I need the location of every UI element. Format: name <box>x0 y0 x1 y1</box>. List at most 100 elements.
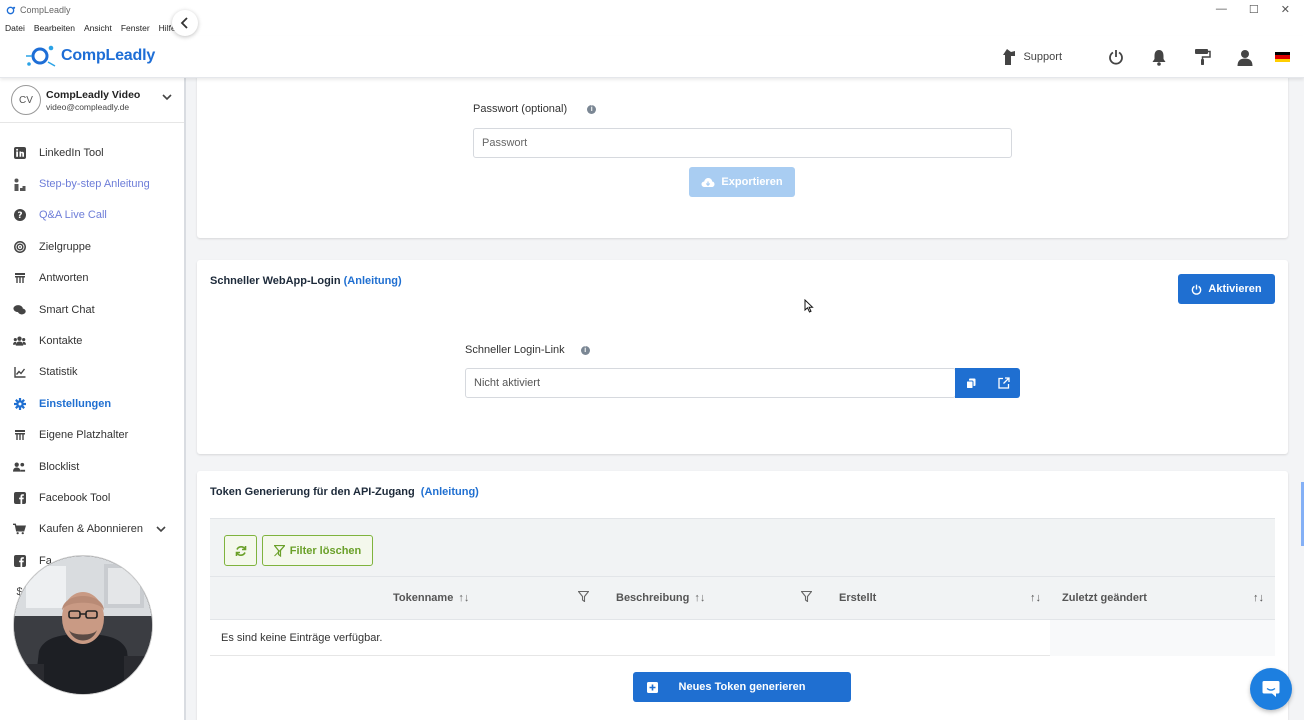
sidebar-item-statistik[interactable]: Statistik <box>0 357 184 388</box>
menu-ansicht[interactable]: Ansicht <box>84 23 112 33</box>
sidebar-item-eigene-platzhalter[interactable]: Eigene Platzhalter <box>0 420 184 451</box>
sidebar-item-zielgruppe[interactable]: Zielgruppe <box>0 231 184 262</box>
sidebar-item-label: Q&A Live Call <box>39 209 107 222</box>
api-token-title: Token Generierung für den API-Zugang (An… <box>210 486 479 498</box>
user-icon <box>1237 49 1253 66</box>
column-zuletzt-label: Zuletzt geändert <box>1062 592 1147 604</box>
sidebar-item-kontakte[interactable]: Kontakte <box>0 325 184 356</box>
activate-button-label: Aktivieren <box>1208 283 1262 295</box>
sidebar-item-einstellungen[interactable]: Einstellungen <box>0 388 184 419</box>
export-button-label: Exportieren <box>721 176 783 188</box>
window-title: CompLeadly <box>20 5 71 15</box>
block-users-icon <box>13 462 26 472</box>
password-label-text: Passwort (optional) <box>473 103 568 115</box>
gear-icon <box>13 397 26 410</box>
password-input[interactable]: Passwort <box>473 128 1012 158</box>
login-link-label-text: Schneller Login-Link <box>465 344 565 356</box>
sidebar-item-step-by-step[interactable]: Step-by-step Anleitung <box>0 168 184 199</box>
chat-icon <box>13 304 26 315</box>
webapp-login-card: Schneller WebApp-Login (Anleitung) Aktiv… <box>197 260 1288 454</box>
linkedin-icon <box>13 146 26 159</box>
export-button[interactable]: Exportieren <box>689 167 795 197</box>
sidebar-item-label: Einstellungen <box>39 397 112 410</box>
sidebar-item-label: Statistik <box>39 366 78 379</box>
maximize-button[interactable]: ☐ <box>1249 3 1259 16</box>
collapse-sidebar-button[interactable] <box>172 10 198 36</box>
column-beschreibung[interactable]: Beschreibung ↑↓ <box>616 592 705 604</box>
sidebar-item-label: Kaufen & Abonnieren <box>39 523 143 536</box>
theme-button[interactable] <box>1189 44 1215 70</box>
api-token-guide-link[interactable]: (Anleitung) <box>421 486 479 498</box>
webapp-login-title-text: Schneller WebApp-Login <box>210 275 341 287</box>
column-tokenname[interactable]: Tokenname ↑↓ <box>393 592 469 604</box>
menu-datei[interactable]: Datei <box>5 23 25 33</box>
paint-roller-icon <box>1194 49 1211 65</box>
copy-link-button[interactable] <box>955 368 987 398</box>
account-name: CompLeadly Video <box>46 88 141 101</box>
sidebar-nav: LinkedIn Tool Step-by-step Anleitung ? Q… <box>0 123 184 608</box>
sidebar-item-smart-chat[interactable]: Smart Chat <box>0 294 184 325</box>
column-beschreibung-label: Beschreibung <box>616 592 690 604</box>
placeholder-icon <box>14 430 25 441</box>
account-email: video@compleadly.de <box>46 101 130 112</box>
minimize-button[interactable]: — <box>1216 3 1227 16</box>
sidebar-item-blocklist[interactable]: Blocklist <box>0 451 184 482</box>
sidebar-item-antworten[interactable]: Antworten <box>0 263 184 294</box>
sort-icon[interactable]: ↑↓ <box>1253 592 1264 604</box>
sidebar-item-linkedin-tool[interactable]: LinkedIn Tool <box>0 137 184 168</box>
chevron-left-icon <box>180 17 188 29</box>
api-token-card: Token Generierung für den API-Zugang (An… <box>197 471 1288 720</box>
table-toolbar: Filter löschen <box>210 518 1275 576</box>
reply-icon <box>14 273 25 284</box>
support-button[interactable]: Support <box>1001 44 1062 70</box>
german-flag-icon[interactable] <box>1275 52 1290 62</box>
info-icon[interactable]: i <box>587 104 597 114</box>
close-button[interactable]: ✕ <box>1281 3 1290 16</box>
refresh-button[interactable] <box>224 535 257 566</box>
webapp-login-guide-link[interactable]: (Anleitung) <box>344 275 402 287</box>
sort-icon[interactable]: ↑↓ <box>694 592 705 604</box>
copy-icon <box>966 378 976 389</box>
table-header: Tokenname ↑↓ Beschreibung ↑↓ Erstellt ↑↓… <box>210 576 1275 620</box>
sidebar-item-kaufen-abonnieren[interactable]: Kaufen & Abonnieren <box>0 514 184 545</box>
sidebar-item-label: Blocklist <box>39 460 80 473</box>
profile-button[interactable] <box>1232 44 1258 70</box>
new-token-button[interactable]: Neues Token generieren <box>633 672 851 702</box>
sidebar-item-label: LinkedIn Tool <box>39 146 104 159</box>
column-tokenname-label: Tokenname <box>393 592 454 604</box>
menu-bearbeiten[interactable]: Bearbeiten <box>34 23 75 33</box>
sort-icon[interactable]: ↑↓ <box>1030 592 1041 604</box>
info-icon[interactable]: i <box>580 345 590 355</box>
account-switcher[interactable]: CV CompLeadly Video video@compleadly.de <box>0 78 184 123</box>
brand-logo[interactable]: CompLeadly <box>25 41 155 71</box>
external-link-icon <box>997 377 1010 389</box>
sidebar-item-qa-live-call[interactable]: ? Q&A Live Call <box>0 200 184 231</box>
chevron-down-icon <box>162 94 172 101</box>
column-erstellt[interactable]: Erstellt <box>839 592 876 604</box>
notifications-button[interactable] <box>1146 44 1172 70</box>
column-zuletzt-geaendert[interactable]: Zuletzt geändert <box>1062 592 1147 604</box>
sidebar-item-label: Smart Chat <box>39 303 95 316</box>
login-link-input[interactable]: Nicht aktiviert <box>465 368 956 398</box>
live-chat-button[interactable] <box>1250 668 1292 710</box>
power-icon <box>1109 50 1123 65</box>
filter-clear-icon <box>273 544 285 557</box>
question-icon: ? <box>13 209 26 222</box>
chevron-down-icon <box>156 526 166 533</box>
filter-icon[interactable] <box>578 591 589 602</box>
chart-line-icon <box>13 367 25 379</box>
table-empty-row: Es sind keine Einträge verfügbar. <box>210 620 1050 656</box>
activate-button[interactable]: Aktivieren <box>1178 274 1275 304</box>
filter-icon[interactable] <box>801 591 812 602</box>
open-link-button[interactable] <box>987 368 1020 398</box>
bell-icon <box>1152 49 1166 66</box>
api-token-title-text: Token Generierung für den API-Zugang <box>210 486 415 498</box>
menu-fenster[interactable]: Fenster <box>121 23 150 33</box>
sidebar-item-facebook-tool[interactable]: Facebook Tool <box>0 482 184 513</box>
sort-icon[interactable]: ↑↓ <box>458 592 469 604</box>
clear-filter-button[interactable]: Filter löschen <box>262 535 373 566</box>
power-button[interactable] <box>1103 44 1129 70</box>
contacts-icon <box>13 336 26 346</box>
brand-name: CompLeadly <box>61 47 156 64</box>
support-icon <box>1003 49 1016 65</box>
